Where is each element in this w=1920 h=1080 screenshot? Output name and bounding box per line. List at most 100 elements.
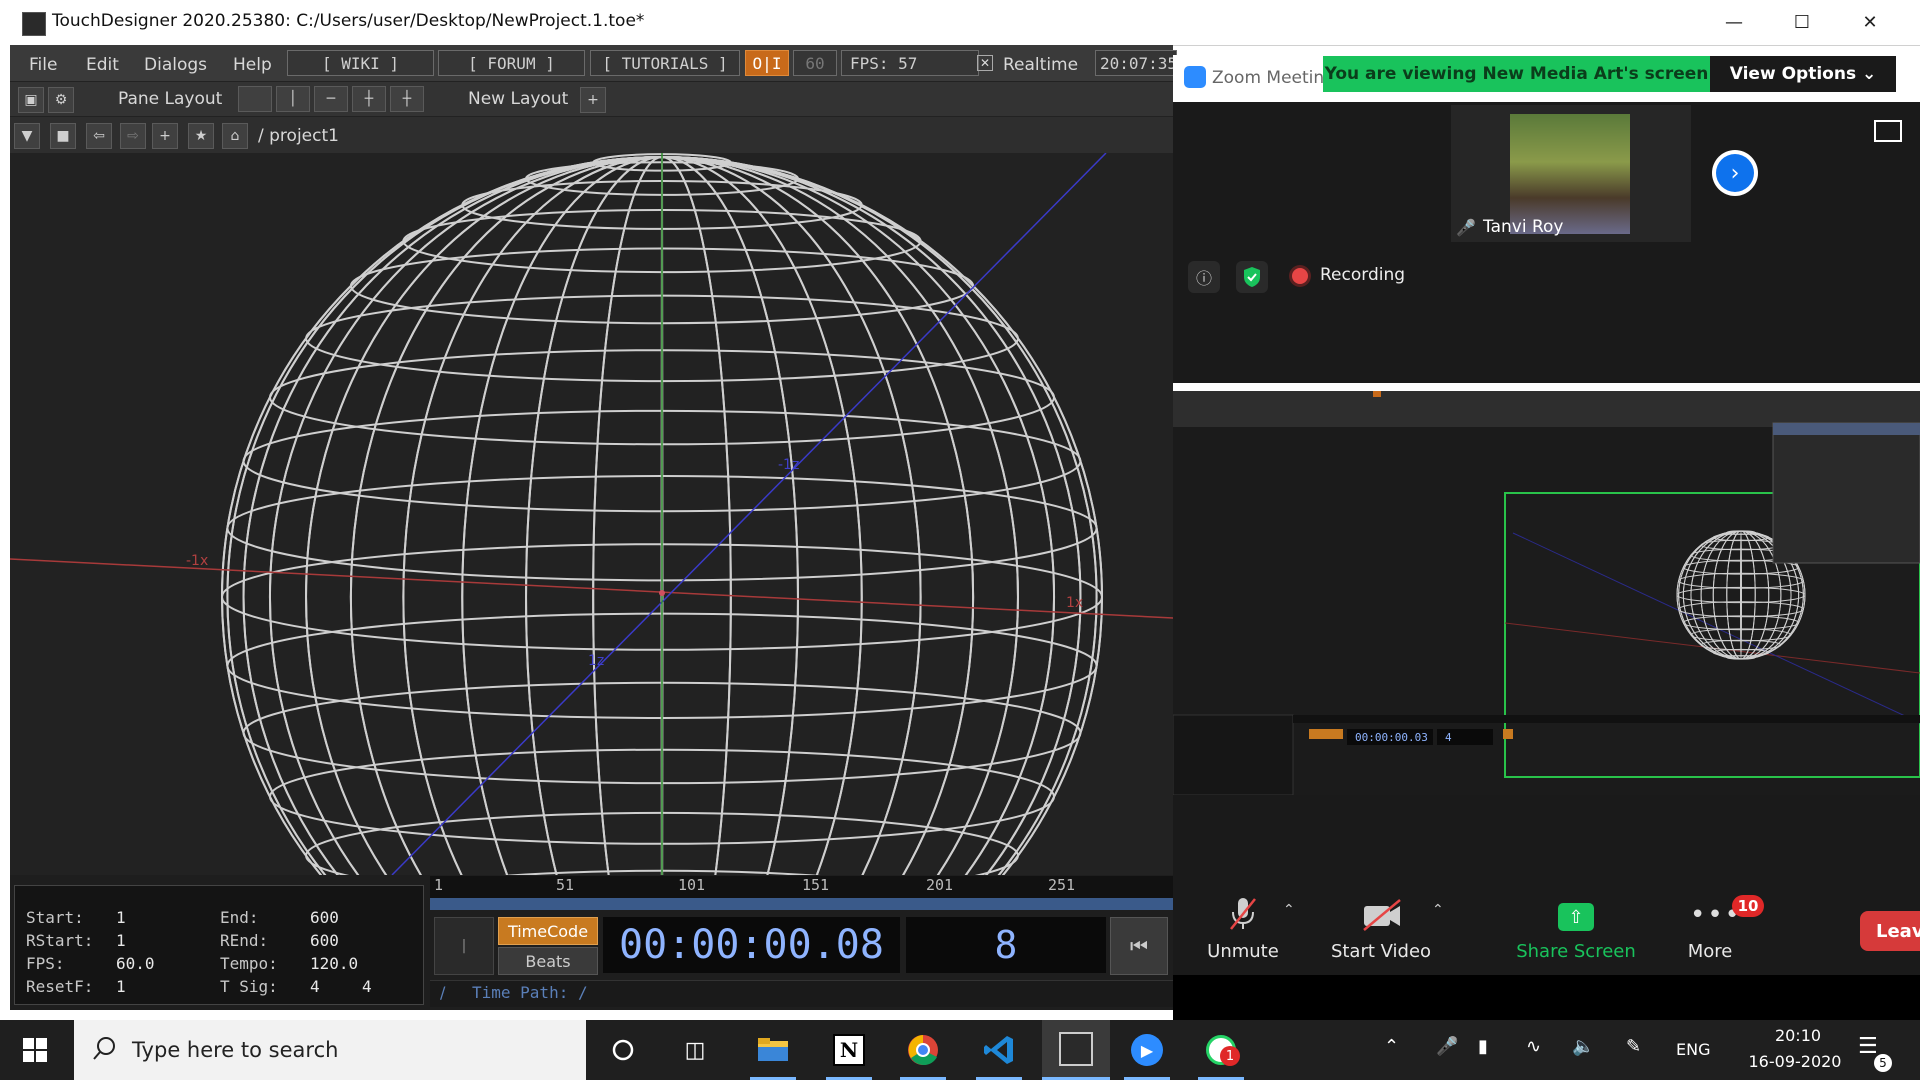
taskbar-notion[interactable]: N [818, 1020, 880, 1080]
share-screen-icon[interactable]: ⇧ [1558, 903, 1594, 931]
tsig-numerator[interactable]: 4 [310, 977, 320, 996]
time-path-slash: / [440, 983, 446, 1002]
more-button[interactable]: More [1672, 941, 1748, 962]
clock-display: 20:07:35 [1095, 50, 1177, 76]
leave-button[interactable]: Leave [1860, 911, 1920, 951]
recording-label[interactable]: Recording [1320, 265, 1405, 285]
tempo-value[interactable]: 120.0 [310, 954, 358, 973]
network-path[interactable]: / project1 [258, 126, 339, 146]
timeline-range-bar[interactable] [430, 898, 1173, 910]
taskbar-vscode[interactable] [968, 1020, 1030, 1080]
play-control[interactable]: | [434, 917, 494, 975]
add-layout-icon[interactable]: + [580, 87, 606, 113]
windows-logo-icon [23, 1038, 47, 1062]
dropdown-icon[interactable]: ▼ [14, 123, 40, 149]
time-path-label[interactable]: Time Path: / [472, 983, 588, 1002]
forward-arrow-icon[interactable]: ⇨ [120, 123, 146, 149]
taskbar-date[interactable]: 16-09-2020 [1740, 1052, 1850, 1071]
more-notification-badge: 10 [1732, 895, 1764, 917]
resetf-value[interactable]: 1 [116, 977, 126, 996]
back-arrow-icon[interactable]: ⇦ [86, 123, 112, 149]
timeline-tick: 1 [434, 876, 444, 894]
taskbar-time[interactable]: 20:10 [1756, 1026, 1840, 1045]
close-button[interactable]: ✕ [1836, 0, 1904, 45]
start-video-button[interactable] [1360, 898, 1406, 932]
pane-network-icon[interactable]: ⚙ [48, 87, 74, 113]
close-icon: ✕ [1862, 12, 1878, 33]
pane-image-icon[interactable]: ▣ [18, 87, 44, 113]
forum-link[interactable]: [ FORUM ] [438, 50, 585, 76]
cortana-button[interactable] [592, 1020, 654, 1080]
maximize-button[interactable]: ☐ [1768, 0, 1836, 45]
taskbar-touchdesigner[interactable] [1042, 1020, 1110, 1080]
shared-screen-view[interactable]: 00:00:00.03 4 [1172, 383, 1920, 796]
wifi-icon[interactable]: ∿ [1526, 1036, 1541, 1057]
view-options-button[interactable]: View Options ⌄ [1710, 56, 1896, 92]
rend-value[interactable]: 600 [310, 931, 339, 950]
taskbar-zoom[interactable]: ▶ [1116, 1020, 1178, 1080]
info-icon[interactable]: ⓘ [1188, 261, 1220, 293]
microphone-icon[interactable]: 🎤 [1436, 1036, 1458, 1057]
menu-help[interactable]: Help [233, 55, 272, 75]
shared-titlebar [1173, 383, 1920, 391]
gallery-toggle-icon[interactable] [1874, 120, 1902, 142]
language-indicator[interactable]: ENG [1676, 1040, 1710, 1059]
rewind-button[interactable]: ⏮ [1110, 917, 1168, 975]
layout-quad-icon[interactable]: ┼ [390, 86, 424, 112]
touchdesigner-app-icon [22, 12, 46, 36]
taskbar-chrome[interactable] [892, 1020, 954, 1080]
star-icon[interactable]: ★ [188, 123, 214, 149]
audio-options-chevron-icon[interactable]: ⌃ [1283, 902, 1295, 918]
fps-target: 60 [793, 50, 837, 76]
shared-parameter-panel [1772, 422, 1920, 564]
tray-overflow-chevron-icon[interactable]: ⌃ [1384, 1036, 1399, 1057]
taskbar-file-explorer[interactable] [742, 1020, 804, 1080]
start-video-label[interactable]: Start Video [1326, 941, 1436, 962]
realtime-checkbox[interactable]: ✕ [977, 55, 993, 71]
neg-z-axis-label: -1z [778, 457, 799, 473]
unmute-label[interactable]: Unmute [1198, 941, 1288, 962]
neg-x-axis-label: -1x [186, 553, 208, 569]
participant-name: Tanvi Roy [1483, 217, 1564, 237]
battery-icon[interactable]: ▮ [1478, 1036, 1488, 1057]
minimize-button[interactable]: — [1700, 0, 1768, 45]
next-page-button[interactable]: › [1712, 150, 1758, 196]
new-layout-label[interactable]: New Layout [468, 89, 568, 109]
menu-file[interactable]: File [29, 55, 57, 75]
beats-toggle[interactable]: Beats [498, 947, 598, 975]
unmute-button[interactable] [1226, 894, 1260, 934]
layout-split-vertical-icon[interactable]: │ [276, 86, 310, 112]
end-value[interactable]: 600 [310, 908, 339, 927]
stop-icon[interactable]: ■ [50, 123, 76, 149]
zoom-title: Zoom Meeting [1212, 68, 1335, 88]
search-placeholder[interactable]: Type here to search [132, 1038, 338, 1062]
menu-edit[interactable]: Edit [86, 55, 119, 75]
fps-value[interactable]: 60.0 [116, 954, 155, 973]
screen-edge-strip [1173, 975, 1920, 1020]
menu-dialogs[interactable]: Dialogs [144, 55, 207, 75]
video-options-chevron-icon[interactable]: ⌃ [1432, 902, 1444, 918]
home-icon[interactable]: ⌂ [222, 123, 248, 149]
3d-viewport[interactable]: -1x 1x -1z 1z [10, 153, 1173, 875]
share-screen-button[interactable]: Share Screen [1516, 941, 1636, 962]
shield-icon[interactable] [1236, 261, 1268, 293]
volume-icon[interactable]: 🔈 [1572, 1036, 1594, 1057]
timecode-toggle[interactable]: TimeCode [498, 917, 598, 945]
rstart-value[interactable]: 1 [116, 931, 126, 950]
start-value[interactable]: 1 [116, 908, 126, 927]
vscode-icon [984, 1036, 1013, 1064]
layout-single-icon[interactable] [238, 86, 272, 112]
tsig-denominator[interactable]: 4 [362, 977, 372, 996]
layout-three-icon[interactable]: ┼ [352, 86, 386, 112]
task-view-button[interactable]: ◫ [664, 1020, 726, 1080]
plus-icon[interactable]: + [152, 123, 178, 149]
wiki-link[interactable]: [ WIKI ] [287, 50, 434, 76]
notifications-icon[interactable]: ☰ [1858, 1034, 1878, 1059]
pane-layout-label: Pane Layout [118, 89, 223, 109]
pen-icon[interactable]: ✎ [1626, 1036, 1641, 1057]
layout-split-horizontal-icon[interactable]: ─ [314, 86, 348, 112]
recording-dot-icon [1292, 268, 1308, 284]
oi-toggle[interactable]: O|I [745, 50, 789, 76]
start-button[interactable] [0, 1020, 70, 1080]
tutorials-link[interactable]: [ TUTORIALS ] [590, 50, 740, 76]
